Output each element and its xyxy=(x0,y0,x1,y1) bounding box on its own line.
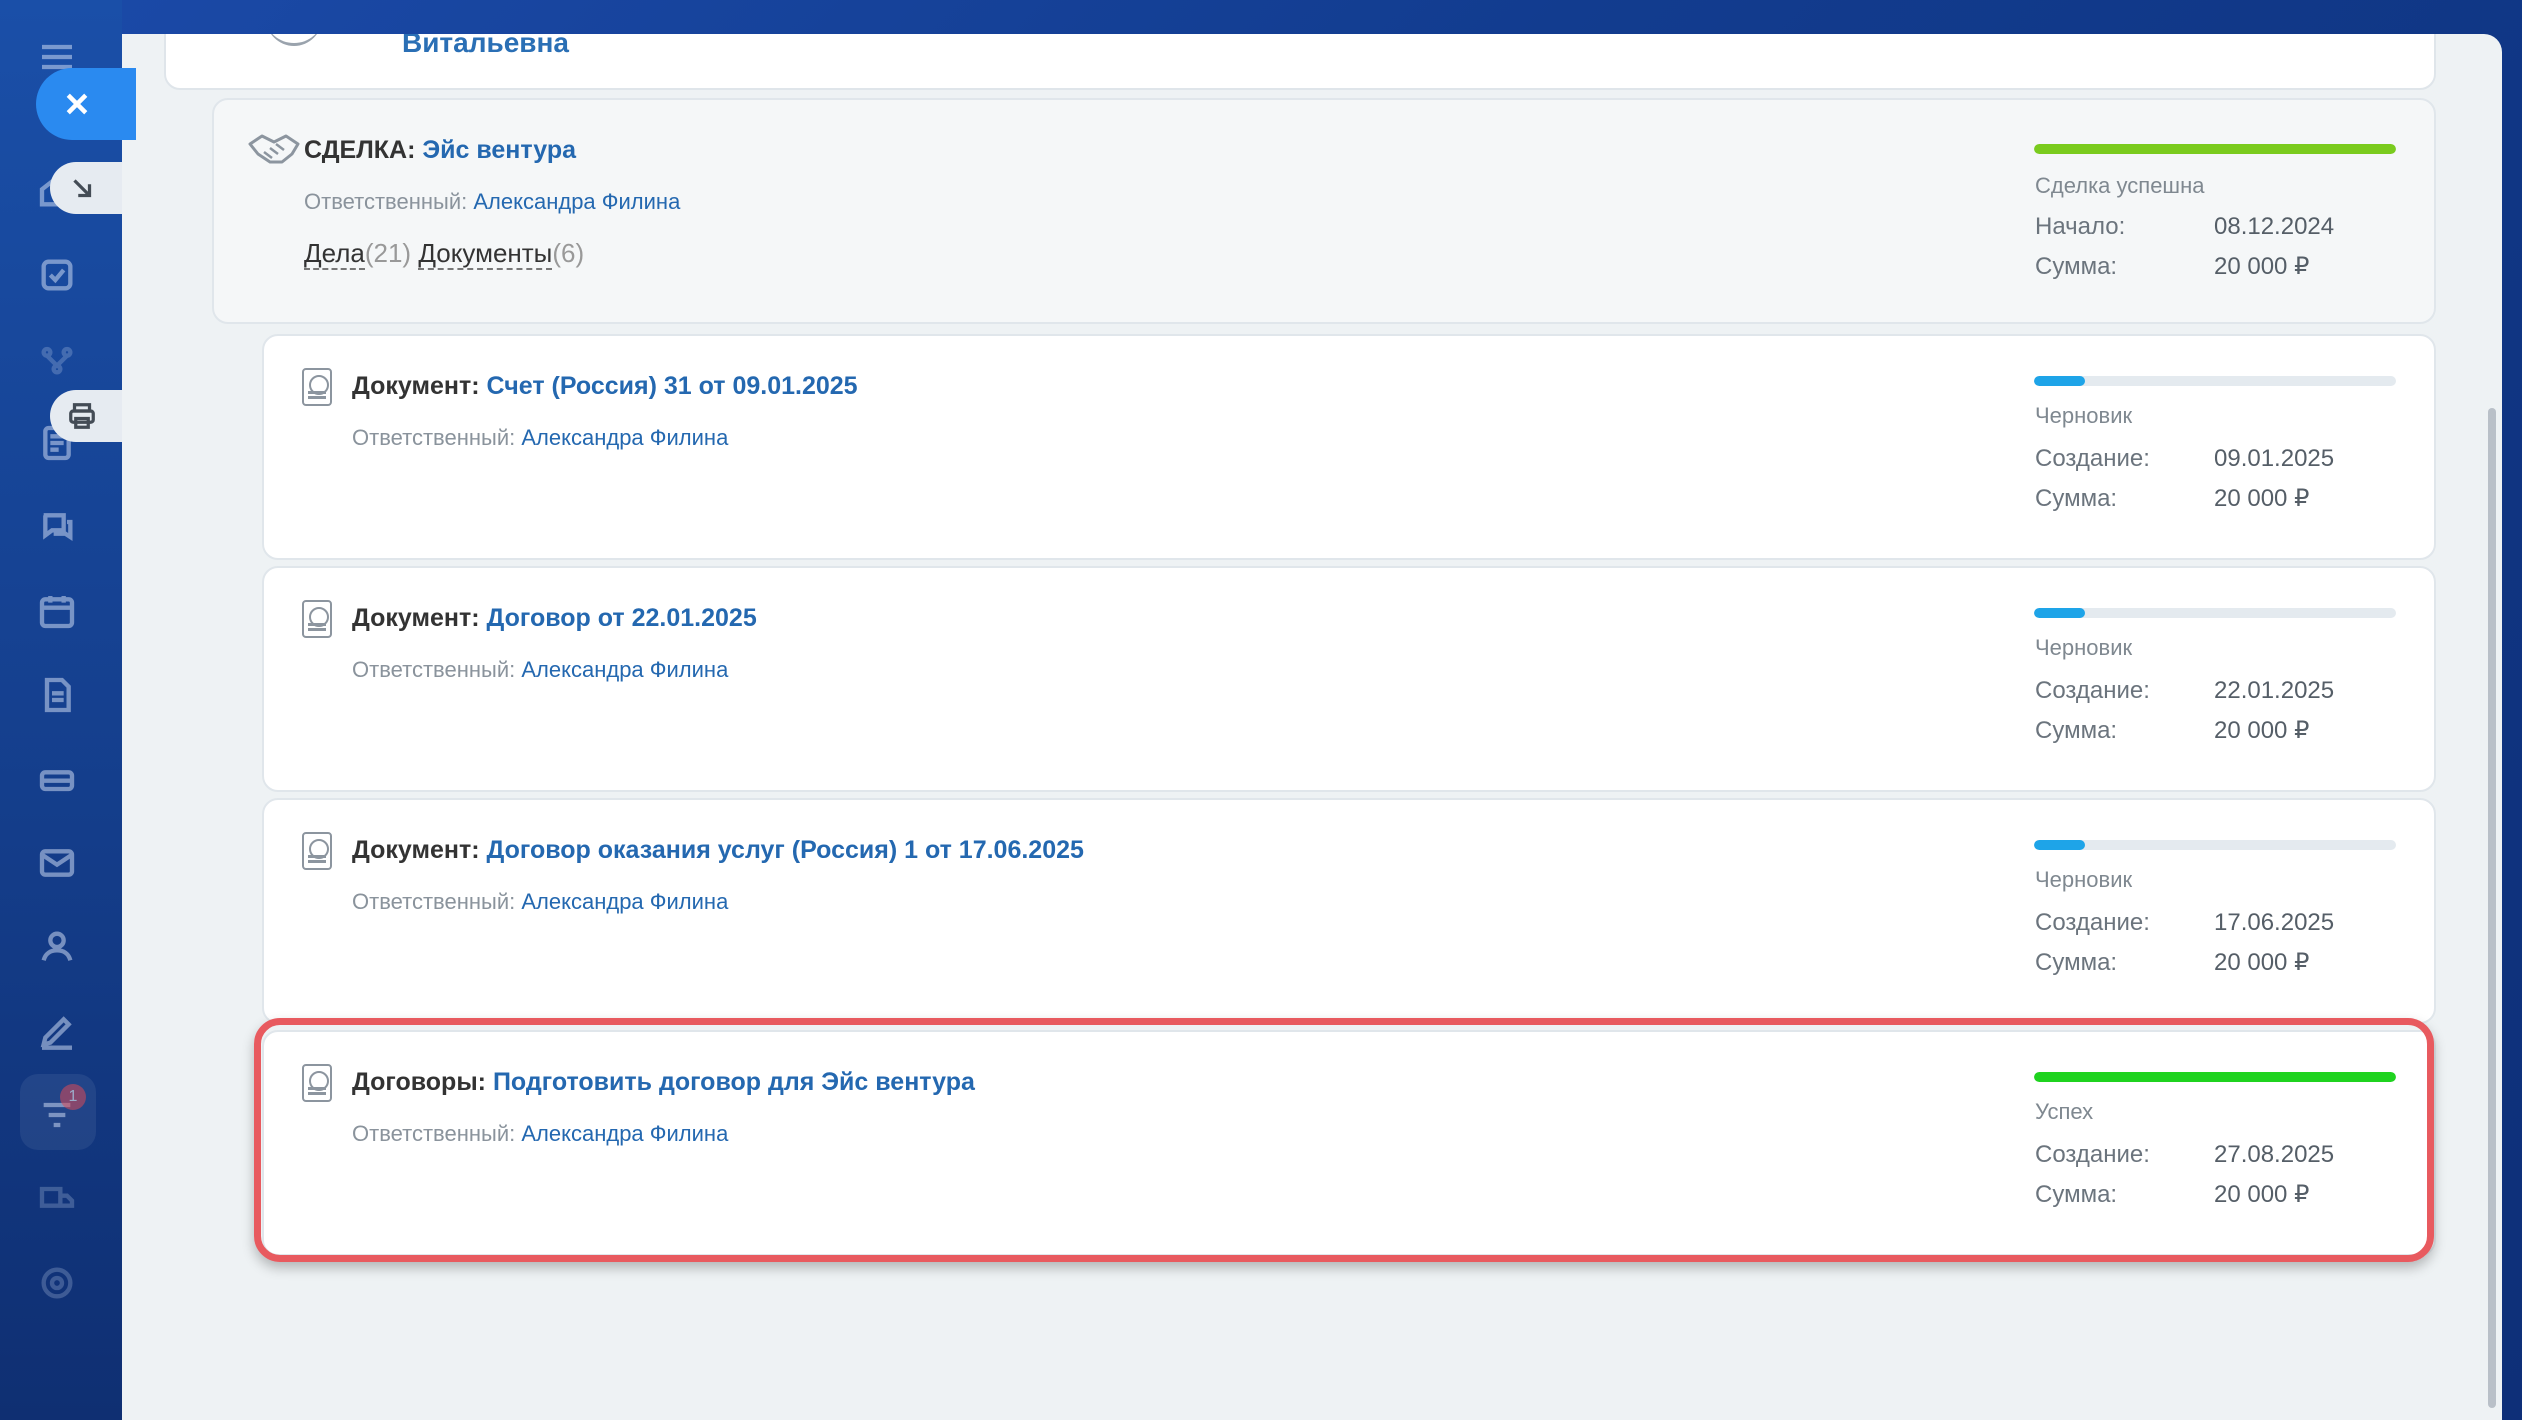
scrollbar-thumb[interactable] xyxy=(2488,408,2496,1408)
item-stage-bar xyxy=(2034,608,2396,618)
item-type-label: Документ: xyxy=(352,604,480,632)
document-icon xyxy=(302,368,332,406)
document-card: Документ: Счет (Россия) 31 от 09.01.2025… xyxy=(262,334,2436,560)
item-type-label: Документ: xyxy=(352,836,480,864)
item-date-label: Создание: xyxy=(2035,445,2150,472)
deal-card: СДЕЛКА: Эйс вентура Ответственный: Алекс… xyxy=(212,98,2436,324)
item-sum-value: 20 000 ₽ xyxy=(2214,717,2310,744)
deal-links-row: Дела(21) Документы(6) xyxy=(304,236,584,270)
deal-stage-fill xyxy=(2034,144,2396,154)
responsible-link[interactable]: Александра Филина xyxy=(521,425,728,450)
item-sum-label: Сумма: xyxy=(2035,485,2118,512)
tasks-icon[interactable] xyxy=(36,254,78,296)
item-stage-label: Черновик xyxy=(2035,867,2133,892)
inventory-icon[interactable] xyxy=(36,758,78,800)
deal-stage-label: Сделка успешна xyxy=(2035,173,2205,198)
tasks-link[interactable]: Дела xyxy=(304,238,365,270)
deal-date-label: Начало: xyxy=(2035,213,2126,240)
responsible-link[interactable]: Александра Филина xyxy=(473,189,680,214)
responsible-label: Ответственный: xyxy=(304,189,468,214)
contact-name[interactable]: Витальевна xyxy=(402,34,569,60)
item-date-value: 22.01.2025 xyxy=(2214,677,2335,704)
document-icon xyxy=(302,832,332,870)
item-stage-bar xyxy=(2034,376,2396,386)
item-title: Документ: Договор оказания услуг (Россия… xyxy=(352,834,1084,866)
item-stage-bar xyxy=(2034,840,2396,850)
item-stage-label: Черновик xyxy=(2035,403,2133,428)
item-stage-label: Черновик xyxy=(2035,635,2133,660)
deal-responsible: Ответственный: Александра Филина xyxy=(304,188,680,216)
deal-date-value: 08.12.2024 xyxy=(2214,213,2335,240)
tasks-count: (21) xyxy=(364,238,412,268)
item-date-label: Создание: xyxy=(2035,909,2150,936)
handshake-icon xyxy=(248,134,300,164)
notification-badge: 1 xyxy=(60,1084,86,1110)
document-card: Документ: Договор от 22.01.2025 Ответств… xyxy=(262,566,2436,792)
deal-type-label: СДЕЛКА: xyxy=(304,136,416,164)
contact-card: Витальевна xyxy=(164,34,2436,90)
scrollbar[interactable] xyxy=(2478,34,2502,1420)
highlight-frame xyxy=(254,1018,2434,1262)
item-date-value: 17.06.2025 xyxy=(2214,909,2335,936)
mail-icon[interactable] xyxy=(36,842,78,884)
close-icon xyxy=(66,93,88,115)
item-stage-fill xyxy=(2034,376,2085,386)
item-responsible: Ответственный: Александра Филина xyxy=(352,656,728,684)
deal-stage-bar xyxy=(2034,144,2396,154)
settings-icon[interactable] xyxy=(36,1262,78,1304)
responsible-label: Ответственный: xyxy=(352,657,516,682)
item-sum-value: 20 000 ₽ xyxy=(2214,485,2310,512)
item-title: Документ: Договор от 22.01.2025 xyxy=(352,602,757,634)
deal-sum-value: 20 000 ₽ xyxy=(2214,253,2310,280)
documents-count: (6) xyxy=(552,238,585,268)
item-stage-fill xyxy=(2034,608,2085,618)
entity-slider-panel: Витальевна СДЕЛКА: Эйс вентура Ответстве… xyxy=(122,34,2502,1420)
chat-icon[interactable] xyxy=(36,506,78,548)
print-button[interactable] xyxy=(50,390,122,442)
deal-sum-label: Сумма: xyxy=(2035,253,2118,280)
documents-link[interactable]: Документы xyxy=(418,238,553,270)
item-responsible: Ответственный: Александра Филина xyxy=(352,424,728,452)
print-icon xyxy=(69,403,95,429)
delivery-icon[interactable] xyxy=(36,1178,78,1220)
signature-icon[interactable] xyxy=(36,1010,78,1052)
close-slider-button[interactable] xyxy=(36,68,136,140)
deal-title: СДЕЛКА: Эйс вентура xyxy=(304,134,576,166)
item-sum-value: 20 000 ₽ xyxy=(2214,949,2310,976)
item-sum-label: Сумма: xyxy=(2035,717,2118,744)
avatar xyxy=(266,34,322,46)
document-icon xyxy=(302,600,332,638)
contacts-icon[interactable] xyxy=(36,926,78,968)
file-icon[interactable] xyxy=(36,674,78,716)
item-title: Документ: Счет (Россия) 31 от 09.01.2025 xyxy=(352,370,858,402)
item-date-value: 09.01.2025 xyxy=(2214,445,2335,472)
responsible-link[interactable]: Александра Филина xyxy=(521,889,728,914)
deal-link[interactable]: Эйс вентура xyxy=(422,136,576,164)
item-link[interactable]: Договор оказания услуг (Россия) 1 от 17.… xyxy=(487,836,1084,864)
item-link[interactable]: Счет (Россия) 31 от 09.01.2025 xyxy=(487,372,858,400)
item-responsible: Ответственный: Александра Филина xyxy=(352,888,728,916)
item-date-label: Создание: xyxy=(2035,677,2150,704)
responsible-link[interactable]: Александра Филина xyxy=(521,657,728,682)
crm-icon[interactable] xyxy=(36,338,78,380)
minimize-button[interactable] xyxy=(50,162,122,214)
document-card: Документ: Договор оказания услуг (Россия… xyxy=(262,798,2436,1024)
responsible-label: Ответственный: xyxy=(352,889,516,914)
item-stage-fill xyxy=(2034,840,2085,850)
responsible-label: Ответственный: xyxy=(352,425,516,450)
item-type-label: Документ: xyxy=(352,372,480,400)
item-sum-label: Сумма: xyxy=(2035,949,2118,976)
arrow-down-right-icon xyxy=(73,179,92,198)
item-link[interactable]: Договор от 22.01.2025 xyxy=(487,604,757,632)
calendar-icon[interactable] xyxy=(36,590,78,632)
